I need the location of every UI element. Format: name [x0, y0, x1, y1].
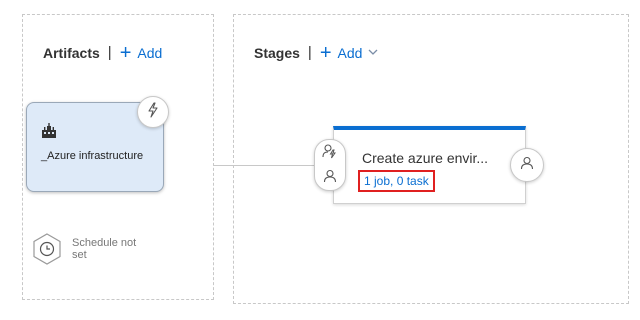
build-pipeline-icon [41, 123, 57, 144]
add-artifact-button[interactable]: + Add [119, 41, 163, 64]
person-icon [323, 169, 337, 188]
header-separator: | [107, 44, 112, 61]
stage-tasks-link[interactable]: 1 job, 0 task [358, 170, 435, 192]
stage-card[interactable]: Create azure envir... 1 job, 0 task [333, 126, 526, 204]
plus-icon: + [319, 41, 332, 64]
schedule-trigger[interactable]: Schedule not set [30, 232, 142, 266]
person-icon [520, 156, 534, 175]
artifact-stage-connector [213, 165, 316, 166]
pre-deployment-conditions-button[interactable] [314, 139, 346, 191]
schedule-label: Schedule not set [72, 237, 137, 261]
artifacts-title: Artifacts [43, 44, 100, 61]
add-stage-button[interactable]: + Add [319, 41, 379, 64]
lightning-icon [146, 101, 160, 123]
post-deployment-approvals-button[interactable] [510, 148, 544, 182]
stages-header: Stages | + Add [254, 41, 379, 64]
add-artifact-label: Add [137, 44, 163, 61]
add-stage-label: Add [337, 44, 363, 61]
artifact-name: _Azure infrastructure [41, 150, 144, 162]
clock-icon [33, 233, 61, 265]
chevron-down-icon [368, 47, 378, 59]
stages-title: Stages [254, 44, 300, 61]
stage-name: Create azure envir... [362, 150, 489, 166]
plus-icon: + [119, 41, 132, 64]
artifacts-header: Artifacts | + Add [43, 41, 163, 64]
continuous-deployment-trigger-button[interactable] [137, 96, 169, 128]
lightning-person-icon [322, 143, 338, 164]
header-separator: | [307, 44, 312, 61]
